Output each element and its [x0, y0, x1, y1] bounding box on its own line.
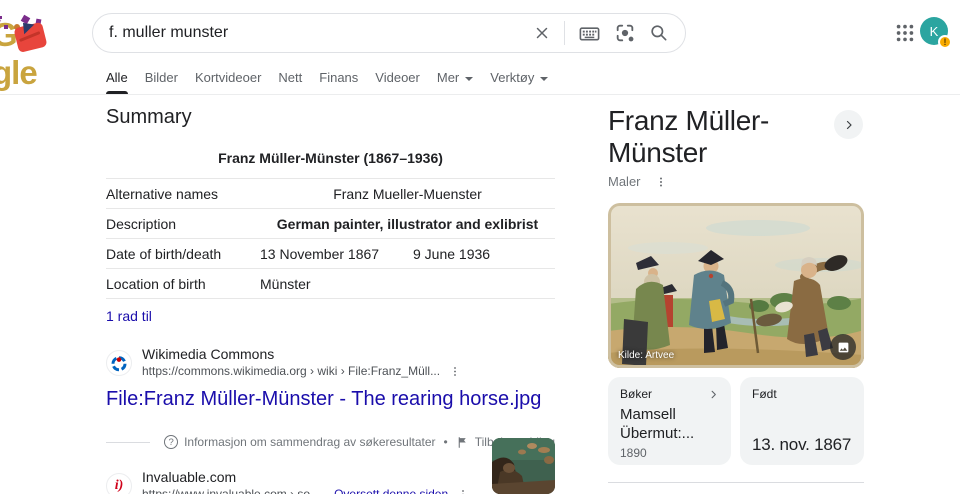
image-gallery-button[interactable] [830, 334, 856, 360]
invaluable-favicon: i) [106, 472, 132, 494]
books-card[interactable]: Bøker Mamsell Übermut:... 1890 [608, 377, 731, 465]
book-title: Mamsell Übermut:... [620, 406, 695, 442]
keyboard-icon[interactable] [578, 22, 601, 45]
search-result-wikimedia: Wikimedia Commons https://commons.wikime… [106, 346, 555, 411]
panel-options-icon[interactable] [655, 175, 667, 189]
chevron-right-icon [711, 390, 716, 398]
summary-table: Franz Müller-Münster (1867–1936) Alterna… [106, 137, 555, 299]
born-card-label: Født [752, 387, 777, 401]
tab-bilder[interactable]: Bilder [145, 70, 178, 94]
flag-icon [458, 436, 466, 448]
table-row: Date of birth/death 13 November 1867 9 J… [106, 239, 555, 269]
summary-heading: Summary [106, 106, 192, 128]
clear-search-icon[interactable] [533, 24, 551, 42]
tab-nett[interactable]: Nett [278, 70, 302, 94]
image-source-credit: Kilde: Artvee [618, 350, 675, 361]
avatar-initial: K [929, 23, 939, 39]
divider [564, 21, 565, 45]
knowledge-panel: Franz Müller-Münster Maler Kilde: Artvee… [608, 105, 864, 494]
book-year: 1890 [620, 445, 647, 460]
one-more-row-link[interactable]: 1 rad til [106, 308, 152, 324]
books-card-label: Bøker [620, 387, 653, 401]
search-icon[interactable] [649, 23, 669, 43]
bullet-separator: • [443, 435, 448, 449]
search-result-tabs: Alle Bilder Kortvideoer Nett Finans Vide… [0, 60, 960, 95]
knowledge-panel-subtitle: Maler [608, 174, 641, 189]
divider [608, 482, 864, 483]
tab-verktoy[interactable]: Verktøy [490, 70, 549, 94]
knowledge-panel-image[interactable]: Kilde: Artvee [608, 203, 864, 368]
tab-kortvideoer[interactable]: Kortvideoer [195, 70, 261, 94]
search-input[interactable] [109, 24, 533, 42]
help-icon: ? [164, 435, 179, 449]
tab-alle[interactable]: Alle [106, 70, 128, 94]
table-row: Description German painter, illustrator … [106, 209, 555, 239]
middot-separator: · [325, 487, 330, 494]
result-source-name[interactable]: Wikimedia Commons [142, 346, 461, 363]
expand-panel-button[interactable] [834, 110, 863, 139]
knowledge-panel-title: Franz Müller-Münster [608, 105, 770, 168]
born-card[interactable]: Født 13. nov. 1867 [740, 377, 864, 465]
summary-info-link[interactable]: ? Informasjon om sammendrag av søkeresul… [164, 435, 436, 449]
google-doodle-logo[interactable]: Ggle [0, 14, 72, 91]
account-avatar[interactable]: K ! [920, 17, 952, 49]
tab-mer[interactable]: Mer [437, 70, 474, 94]
account-alert-badge: ! [938, 35, 952, 49]
birth-date: 13. nov. 1867 [752, 435, 852, 454]
tab-finans[interactable]: Finans [319, 70, 358, 94]
wikimedia-favicon [106, 349, 132, 376]
divider [106, 441, 151, 443]
table-row: Location of birth Münster [106, 269, 555, 299]
chevron-down-icon [540, 76, 549, 81]
google-lens-icon[interactable] [614, 22, 636, 44]
tab-videoer[interactable]: Videoer [375, 70, 420, 94]
result-url[interactable]: https://www.invaluable.com › so... [142, 486, 320, 494]
result-options-icon[interactable] [457, 488, 469, 494]
chevron-down-icon [465, 76, 474, 81]
result-source-name[interactable]: Invaluable.com [142, 469, 469, 486]
summary-footer: ? Informasjon om sammendrag av søkeresul… [106, 435, 555, 449]
google-search-results-page: Ggle K ! Alle Bilder Kortvideoe [0, 0, 960, 494]
result-title-link[interactable]: File:Franz Müller-Münster - The rearing … [106, 388, 555, 411]
result-url[interactable]: https://commons.wikimedia.org › wiki › F… [142, 363, 440, 379]
search-result-invaluable: i) Invaluable.com https://www.invaluable… [106, 469, 555, 494]
photo-icon [838, 342, 848, 352]
result-options-icon[interactable] [449, 365, 461, 378]
table-row: Alternative names Franz Mueller-Muenster [106, 179, 555, 209]
google-apps-grid-icon[interactable] [893, 21, 917, 45]
results-column: Summary Franz Müller-Münster (1867–1936)… [106, 106, 555, 494]
search-bar[interactable] [92, 13, 686, 53]
summary-table-title: Franz Müller-Münster (1867–1936) [106, 137, 555, 179]
translate-page-link[interactable]: Oversett denne siden [334, 486, 448, 494]
result-thumbnail-image[interactable] [492, 438, 555, 494]
chevron-right-icon [846, 120, 852, 129]
doodle-book-icon [13, 21, 48, 54]
